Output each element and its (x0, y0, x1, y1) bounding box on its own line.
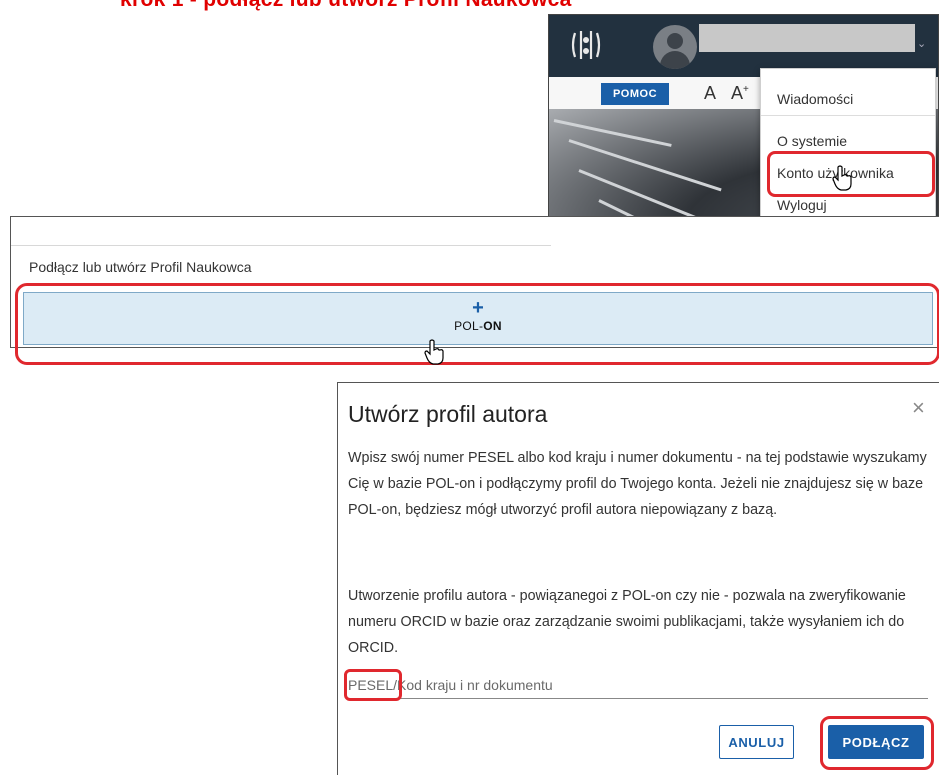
orcid-logo-icon (571, 31, 601, 59)
pesel-input[interactable] (348, 673, 928, 697)
highlight-ring (15, 283, 939, 365)
font-increase-plus: + (743, 84, 749, 95)
divider (11, 245, 551, 246)
section-label: Podłącz lub utwórz Profil Naukowca (29, 259, 252, 275)
dialog-description-2: Utworzenie profilu autora - powiązanegoi… (348, 588, 906, 656)
hand-cursor-icon (424, 339, 444, 365)
menu-item-messages[interactable]: Wiadomości (777, 91, 853, 107)
user-name-redacted[interactable] (699, 24, 915, 52)
avatar[interactable] (653, 25, 697, 69)
hand-cursor-icon (832, 165, 852, 191)
font-increase-letter: A (731, 83, 744, 103)
menu-item-logout[interactable]: Wyloguj (777, 197, 827, 213)
create-profile-dialog: Utwórz profil autora × Wpisz swój numer … (337, 382, 939, 775)
user-dropdown-menu: Wiadomości O systemie Konto użytkownika … (760, 68, 936, 234)
font-increase-button[interactable]: A+ (731, 83, 749, 104)
menu-divider (761, 115, 935, 116)
cancel-button[interactable]: ANULUJ (719, 725, 794, 759)
help-button[interactable]: POMOC (601, 83, 669, 105)
highlight-ring (820, 716, 934, 770)
font-decrease-button[interactable]: A (704, 83, 716, 104)
profile-section-screenshot: Podłącz lub utwórz Profil Naukowca + POL… (10, 216, 939, 365)
highlight-ring (344, 669, 402, 701)
dialog-title: Utwórz profil autora (348, 401, 548, 427)
pesel-field (348, 673, 928, 699)
dialog-description-1: Wpisz swój numer PESEL albo kod kraju i … (348, 450, 927, 518)
instruction-title: krok 1 - podłącz lub utwórz Profil Nauko… (120, 0, 572, 12)
chevron-down-icon[interactable]: ⌄ (917, 37, 926, 50)
menu-item-about[interactable]: O systemie (777, 133, 847, 149)
close-icon[interactable]: × (912, 397, 925, 419)
